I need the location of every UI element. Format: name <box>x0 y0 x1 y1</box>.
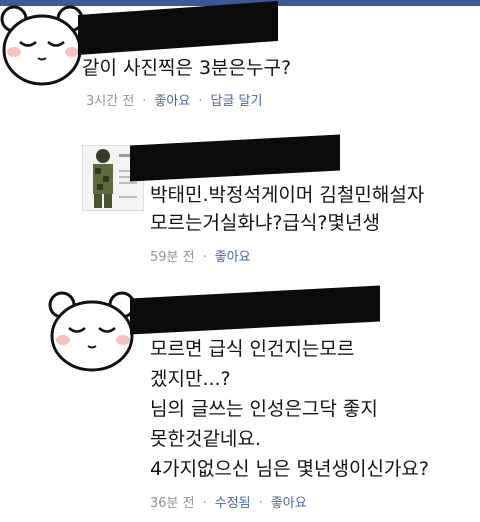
comment-3-like-button[interactable]: 좋아요 <box>271 496 307 511</box>
comment-1-meta: 3시간 전 · 좋아요 · 답글 달기 <box>86 94 263 109</box>
comment-3-line-4: 못한것같네요. <box>150 428 261 450</box>
redacted-name-2 <box>130 134 340 182</box>
comment-2-meta: 59분 전 · 좋아요 <box>150 250 251 265</box>
comment-3-line-2: 겠지만...? <box>150 368 231 390</box>
comment-3-line-3: 님의 글쓰는 인성은그닥 좋지 <box>150 398 378 420</box>
comment-3-meta: 36분 전 · 수정됨 · 좋아요 <box>150 496 307 511</box>
comment-2-line-1: 박태민.박정석게이머 김철민해설자 <box>150 184 425 206</box>
comment-1-like-button[interactable]: 좋아요 <box>154 94 190 109</box>
comment-2-like-button[interactable]: 좋아요 <box>215 250 251 265</box>
redacted-name-3 <box>130 285 380 335</box>
redacted-name-1 <box>78 1 278 55</box>
sleepy-face-avatar-1[interactable] <box>0 2 85 92</box>
comment-3-line-5: 4가지없으신 님은 몇년생이신가요? <box>150 458 429 480</box>
comment-3-line-1: 모르면 급식 인건지는모르 <box>150 338 355 360</box>
comment-1-text: 같이 사진찍은 3분은누구? <box>82 57 292 79</box>
comment-2-time: 59분 전 <box>150 250 195 265</box>
comment-1-time: 3시간 전 <box>86 94 135 109</box>
comment-2-line-2: 모르는거실화냐?급식?몇년생 <box>150 212 380 234</box>
sleepy-face-avatar-3[interactable] <box>47 288 137 378</box>
comment-1-reply-button[interactable]: 답글 달기 <box>210 94 262 109</box>
comment-3-edited-link[interactable]: 수정됨 <box>215 496 251 511</box>
comment-3-time: 36분 전 <box>150 496 195 511</box>
